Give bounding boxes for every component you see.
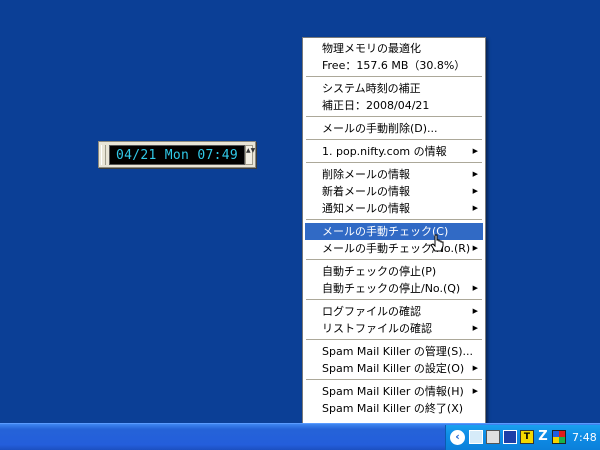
mouse-cursor-icon <box>430 234 444 252</box>
shield-icon[interactable] <box>503 430 517 444</box>
menu-item[interactable]: Spam Mail Killer の管理(S)... <box>305 343 483 360</box>
menu-separator <box>306 379 482 380</box>
submenu-arrow-icon: ▶ <box>472 187 478 195</box>
submenu-arrow-icon: ▶ <box>472 147 478 155</box>
menu-item-label: Spam Mail Killer の終了(X) <box>322 402 464 415</box>
submenu-arrow-icon: ▶ <box>472 324 478 332</box>
menu-separator <box>306 339 482 340</box>
menu-item-label: リストファイルの確認 <box>322 322 432 335</box>
menu-item[interactable]: 補正日：2008/04/21 <box>305 97 483 114</box>
menu-item[interactable]: Spam Mail Killer の設定(O) ▶ <box>305 360 483 377</box>
clock-display: 04/21 Mon 07:49 <box>109 145 245 165</box>
submenu-arrow-icon: ▶ <box>472 170 478 178</box>
menu-item-label: 自動チェックの停止/No.(Q) <box>322 282 461 295</box>
submenu-arrow-icon: ▶ <box>472 284 478 292</box>
menu-item-label: Spam Mail Killer の設定(O) <box>322 362 465 375</box>
menu-item[interactable]: ログファイルの確認 ▶ <box>305 303 483 320</box>
context-menu: 物理メモリの最適化 Free：157.6 MB（30.8%） システム時刻の補正 補正… <box>302 37 486 427</box>
menu-item[interactable]: Spam Mail Killer の終了(X) <box>305 400 483 417</box>
network-icon[interactable] <box>469 430 483 444</box>
submenu-arrow-icon: ▶ <box>472 307 478 315</box>
menu-item[interactable]: メールの手動チェック(C) <box>305 223 483 240</box>
menu-item-label: 自動チェックの停止(P) <box>322 265 437 278</box>
menu-item-label: ログファイルの確認 <box>322 305 421 318</box>
menu-item[interactable]: システム時刻の補正 <box>305 80 483 97</box>
submenu-arrow-icon: ▶ <box>472 364 478 372</box>
menu-item[interactable]: 自動チェックの停止(P) <box>305 263 483 280</box>
menu-item-label: Spam Mail Killer の管理(S)... <box>322 345 473 358</box>
menu-item-label: 1. pop.nifty.com の情報 <box>322 145 447 158</box>
menu-item[interactable]: Spam Mail Killer の情報(H) ▶ <box>305 383 483 400</box>
monitor-icon[interactable] <box>486 430 500 444</box>
menu-separator <box>306 299 482 300</box>
desktop <box>0 0 600 450</box>
z-icon[interactable]: Z <box>536 430 550 444</box>
menu-item[interactable]: 通知メールの情報 ▶ <box>305 200 483 217</box>
menu-item-label: システム時刻の補正 <box>322 82 421 95</box>
menu-item-label: Free：157.6 MB（30.8%） <box>322 59 466 72</box>
menu-item[interactable]: 1. pop.nifty.com の情報 ▶ <box>305 143 483 160</box>
menu-item[interactable]: メールの手動削除(D)... <box>305 120 483 137</box>
tray-clock[interactable]: 7:48 <box>572 425 597 450</box>
system-tray: ‹ T Z 7:48 <box>445 425 600 450</box>
menu-item[interactable]: Free：157.6 MB（30.8%） <box>305 57 483 74</box>
menu-item-label: 補正日：2008/04/21 <box>322 99 430 112</box>
menu-item[interactable]: 物理メモリの最適化 <box>305 40 483 57</box>
menu-separator <box>306 139 482 140</box>
clock-widget[interactable]: 04/21 Mon 07:49 ▲▼ <box>98 141 256 168</box>
menu-item-label: 通知メールの情報 <box>322 202 410 215</box>
menu-separator <box>306 219 482 220</box>
tray-expand-icon[interactable]: ‹ <box>450 430 465 445</box>
menu-item-label: メールの手動チェック/No.(R) <box>322 242 471 255</box>
menu-item-label: 新着メールの情報 <box>322 185 410 198</box>
drag-grip[interactable] <box>101 145 106 165</box>
menu-item-label: Spam Mail Killer の情報(H) <box>322 385 464 398</box>
menu-separator <box>306 259 482 260</box>
menu-item-label: 削除メールの情報 <box>322 168 410 181</box>
menu-separator <box>306 116 482 117</box>
menu-item-label: メールの手動削除(D)... <box>322 122 438 135</box>
submenu-arrow-icon: ▶ <box>472 387 478 395</box>
menu-item[interactable]: 削除メールの情報 ▶ <box>305 166 483 183</box>
note-icon[interactable]: T <box>520 430 534 444</box>
menu-item-label: 物理メモリの最適化 <box>322 42 421 55</box>
taskbar: ‹ T Z 7:48 <box>0 423 600 450</box>
menu-separator <box>306 76 482 77</box>
menu-item[interactable]: メールの手動チェック/No.(R) ▶ <box>305 240 483 257</box>
submenu-arrow-icon: ▶ <box>472 244 478 252</box>
menu-item[interactable]: 自動チェックの停止/No.(Q) ▶ <box>305 280 483 297</box>
submenu-arrow-icon: ▶ <box>472 204 478 212</box>
color-icon[interactable] <box>552 430 566 444</box>
clock-scroll-arrows[interactable]: ▲▼ <box>245 145 255 165</box>
menu-item[interactable]: 新着メールの情報 ▶ <box>305 183 483 200</box>
menu-item[interactable]: リストファイルの確認 ▶ <box>305 320 483 337</box>
menu-separator <box>306 162 482 163</box>
